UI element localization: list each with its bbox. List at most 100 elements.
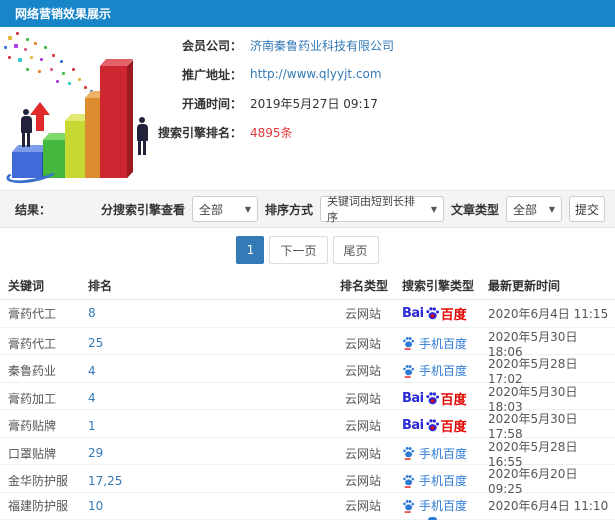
filter-controls: 分搜索引擎查看 全部 ▼ 排序方式 关键词由短到长排序 ▼ 文章类型 全部 ▼ … (100, 195, 605, 224)
pagination-page-1[interactable]: 1 (236, 236, 265, 264)
rank-link[interactable]: 4 (88, 364, 340, 378)
sort-select-value: 关键词由短到长排序 (326, 195, 415, 224)
info-fields: 会员公司： 济南秦鲁药业科技有限公司 推广地址： http://www.qlyy… (128, 35, 608, 142)
rank-link[interactable]: 17,25 (88, 474, 340, 488)
chevron-down-icon: ▼ (430, 204, 437, 214)
baidu-mobile-paw-icon (403, 364, 415, 378)
article-type-label: 文章类型 (450, 202, 499, 217)
info-field-label: 推广地址： (181, 67, 242, 82)
keyword-cell: 膏药代工 (8, 306, 57, 321)
header-updated-time: 最新更新时间 (488, 279, 561, 293)
info-field: 推广地址： http://www.qlyyjt.com (128, 64, 608, 84)
baidu-mobile-logo: 手机百度 (402, 445, 467, 462)
baidu-logo: Bai 百度 (402, 305, 467, 323)
engine-select[interactable]: 全部 ▼ (191, 196, 258, 222)
info-field-label: 会员公司： (181, 38, 242, 53)
results-table: 关键词 排名 排名类型 搜索引擎类型 最新更新时间 膏药代工 8 云网站 Bai… (0, 272, 615, 520)
baidu-logo: Bai 百度 (402, 418, 467, 435)
sort-select[interactable]: 关键词由短到长排序 ▼ (319, 195, 444, 224)
keyword-cell: 秦鲁药业 (8, 364, 57, 378)
baidu-paw-icon (425, 419, 439, 432)
engine-type-cell: 手机百度 (402, 362, 488, 379)
pagination-last-button[interactable]: 尾页 (332, 236, 379, 264)
baidu-mobile-paw-icon (403, 337, 415, 350)
table-row: 膏药代工 25 云网站 手机百度 2020年5月30日 18:06 (0, 328, 615, 359)
keyword-cell: 膏药加工 (8, 391, 57, 406)
engine-type-cell: 手机百度 (402, 335, 488, 352)
engine-type-cell: 手机百度 (402, 497, 488, 514)
keyword-cell: 膏药贴牌 (8, 419, 57, 433)
businessman-figure-left (18, 109, 34, 147)
updated-time-cell: 2020年5月30日 18:06 (488, 329, 578, 359)
baidu-mobile-logo: 手机百度 (402, 472, 467, 489)
info-field: 会员公司： 济南秦鲁药业科技有限公司 (128, 35, 608, 55)
info-field-value[interactable]: 济南秦鲁药业科技有限公司 (250, 37, 394, 54)
table-row: 膏药加工 4 云网站 Bai 百度 2020年5月30日 18:03 (0, 383, 615, 414)
header-rank-type: 排名类型 (340, 279, 389, 293)
table-header-row: 关键词 排名 排名类型 搜索引擎类型 最新更新时间 (0, 272, 615, 300)
engine-type-cell: 手机百度 (402, 472, 488, 489)
article-type-select[interactable]: 全部 ▼ (506, 196, 562, 222)
baidu-mobile-logo: 手机百度 (402, 335, 467, 352)
rank-type-cell: 云网站 (345, 474, 382, 488)
updated-time-cell: 2020年5月30日 17:58 (488, 412, 578, 441)
rank-type-cell: 云网站 (345, 336, 382, 351)
header-keyword: 关键词 (8, 279, 45, 293)
table-body: 膏药代工 8 云网站 Bai 百度 2020年6月4日 11:15 膏药代工 2… (0, 300, 615, 520)
rank-type-cell: 云网站 (345, 499, 382, 514)
rank-type-cell: 云网站 (345, 364, 382, 378)
rank-link[interactable]: 8 (88, 306, 340, 320)
baidu-mobile-paw-icon (403, 499, 415, 513)
table-row: 口罩贴牌 29 云网站 手机百度 2020年5月28日 16:55 (0, 438, 615, 469)
rank-type-cell: 云网站 (345, 391, 382, 406)
info-field-value: 4895条 (250, 125, 293, 140)
info-field-value[interactable]: http://www.qlyyjt.com (250, 67, 382, 81)
engine-type-cell: Bai 百度 (402, 416, 488, 435)
chevron-down-icon: ▼ (548, 204, 555, 214)
header-rank: 排名 (88, 279, 113, 293)
page-title: 网络营销效果展示 (15, 7, 112, 21)
updated-time-cell: 2020年6月20日 09:25 (488, 467, 578, 496)
chart-bar-red (99, 59, 134, 179)
pagination-next-button[interactable]: 下一页 (269, 236, 328, 264)
sort-filter-label: 排序方式 (264, 202, 313, 217)
submit-button[interactable]: 提交 (569, 196, 605, 222)
baidu-mobile-logo: 手机百度 (402, 362, 467, 379)
info-section: 会员公司： 济南秦鲁药业科技有限公司 推广地址： http://www.qlyy… (0, 27, 615, 190)
baidu-mobile-logo: 手机百度 (402, 497, 467, 514)
info-field-value: 2019年5月27日 09:17 (250, 96, 378, 111)
rank-type-cell: 云网站 (345, 446, 382, 461)
baidu-logo: Bai 百度 (402, 390, 467, 408)
pagination: 1 下一页 尾页 (0, 228, 615, 272)
table-row: 金华防护服 17,25 云网站 手机百度 2020年6月20日 09:25 (0, 465, 615, 496)
engine-filter-label: 分搜索引擎查看 (100, 202, 185, 217)
rank-link[interactable]: 1 (88, 419, 340, 433)
info-field-label: 开通时间： (181, 96, 242, 111)
filter-bar: 结果： 分搜索引擎查看 全部 ▼ 排序方式 关键词由短到长排序 ▼ 文章类型 全… (0, 190, 615, 228)
article-type-value: 全部 (513, 202, 538, 217)
table-row: 膏药贴牌 1 云网站 Bai 百度 2020年5月30日 17:58 (0, 410, 615, 441)
rank-link[interactable]: 25 (88, 336, 340, 350)
engine-type-cell: Bai 百度 (402, 304, 488, 323)
table-row: 秦鲁药业 4 云网站 手机百度 2020年5月28日 17:02 (0, 355, 615, 386)
rank-link[interactable]: 4 (88, 391, 340, 405)
rank-link[interactable]: 10 (88, 499, 340, 513)
baidu-paw-icon (425, 306, 439, 320)
info-field: 开通时间： 2019年5月27日 09:17 (128, 93, 608, 113)
rank-link[interactable]: 29 (88, 446, 340, 460)
page-root: 网络营销效果展示 会员公司： 济南秦鲁药业科技有限公司 推广地址： http:/… (0, 0, 615, 520)
result-label: 结果： (15, 202, 52, 217)
updated-time-cell: 2020年6月4日 11:15 (488, 306, 609, 321)
rank-type-cell: 云网站 (345, 306, 382, 321)
keyword-cell: 膏药代工 (8, 336, 57, 351)
baidu-mobile-paw-icon (403, 474, 415, 488)
table-row: 福建防护服 10 云网站 手机百度 2020年6月4日 11:10 (0, 493, 615, 520)
keyword-cell: 口罩贴牌 (8, 446, 57, 461)
info-field: 搜索引擎排名： 4895条 (128, 122, 608, 142)
updated-time-cell: 2020年6月4日 11:10 (488, 499, 609, 514)
updated-time-cell: 2020年5月28日 17:02 (488, 357, 578, 386)
engine-type-cell: 手机百度 (402, 445, 488, 462)
chevron-down-icon: ▼ (244, 204, 251, 214)
keyword-cell: 福建防护服 (8, 499, 69, 514)
info-field-label: 搜索引擎排名： (157, 125, 242, 140)
